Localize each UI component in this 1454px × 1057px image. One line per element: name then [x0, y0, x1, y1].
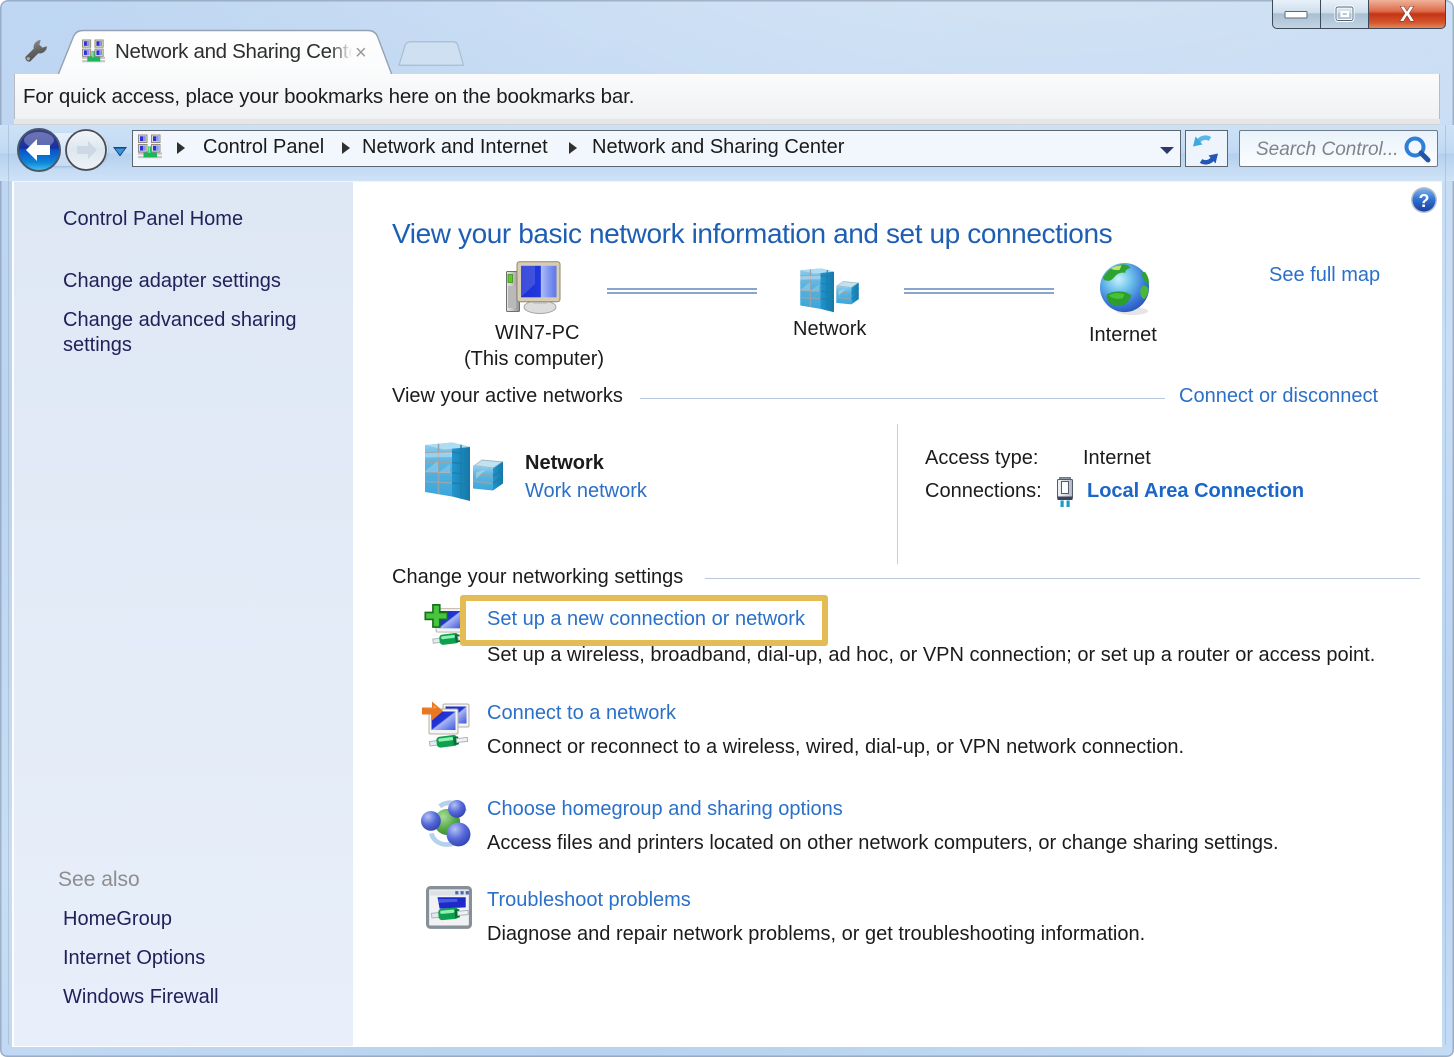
svg-text:?: ?: [1419, 191, 1430, 211]
svg-text:X: X: [1400, 3, 1414, 25]
